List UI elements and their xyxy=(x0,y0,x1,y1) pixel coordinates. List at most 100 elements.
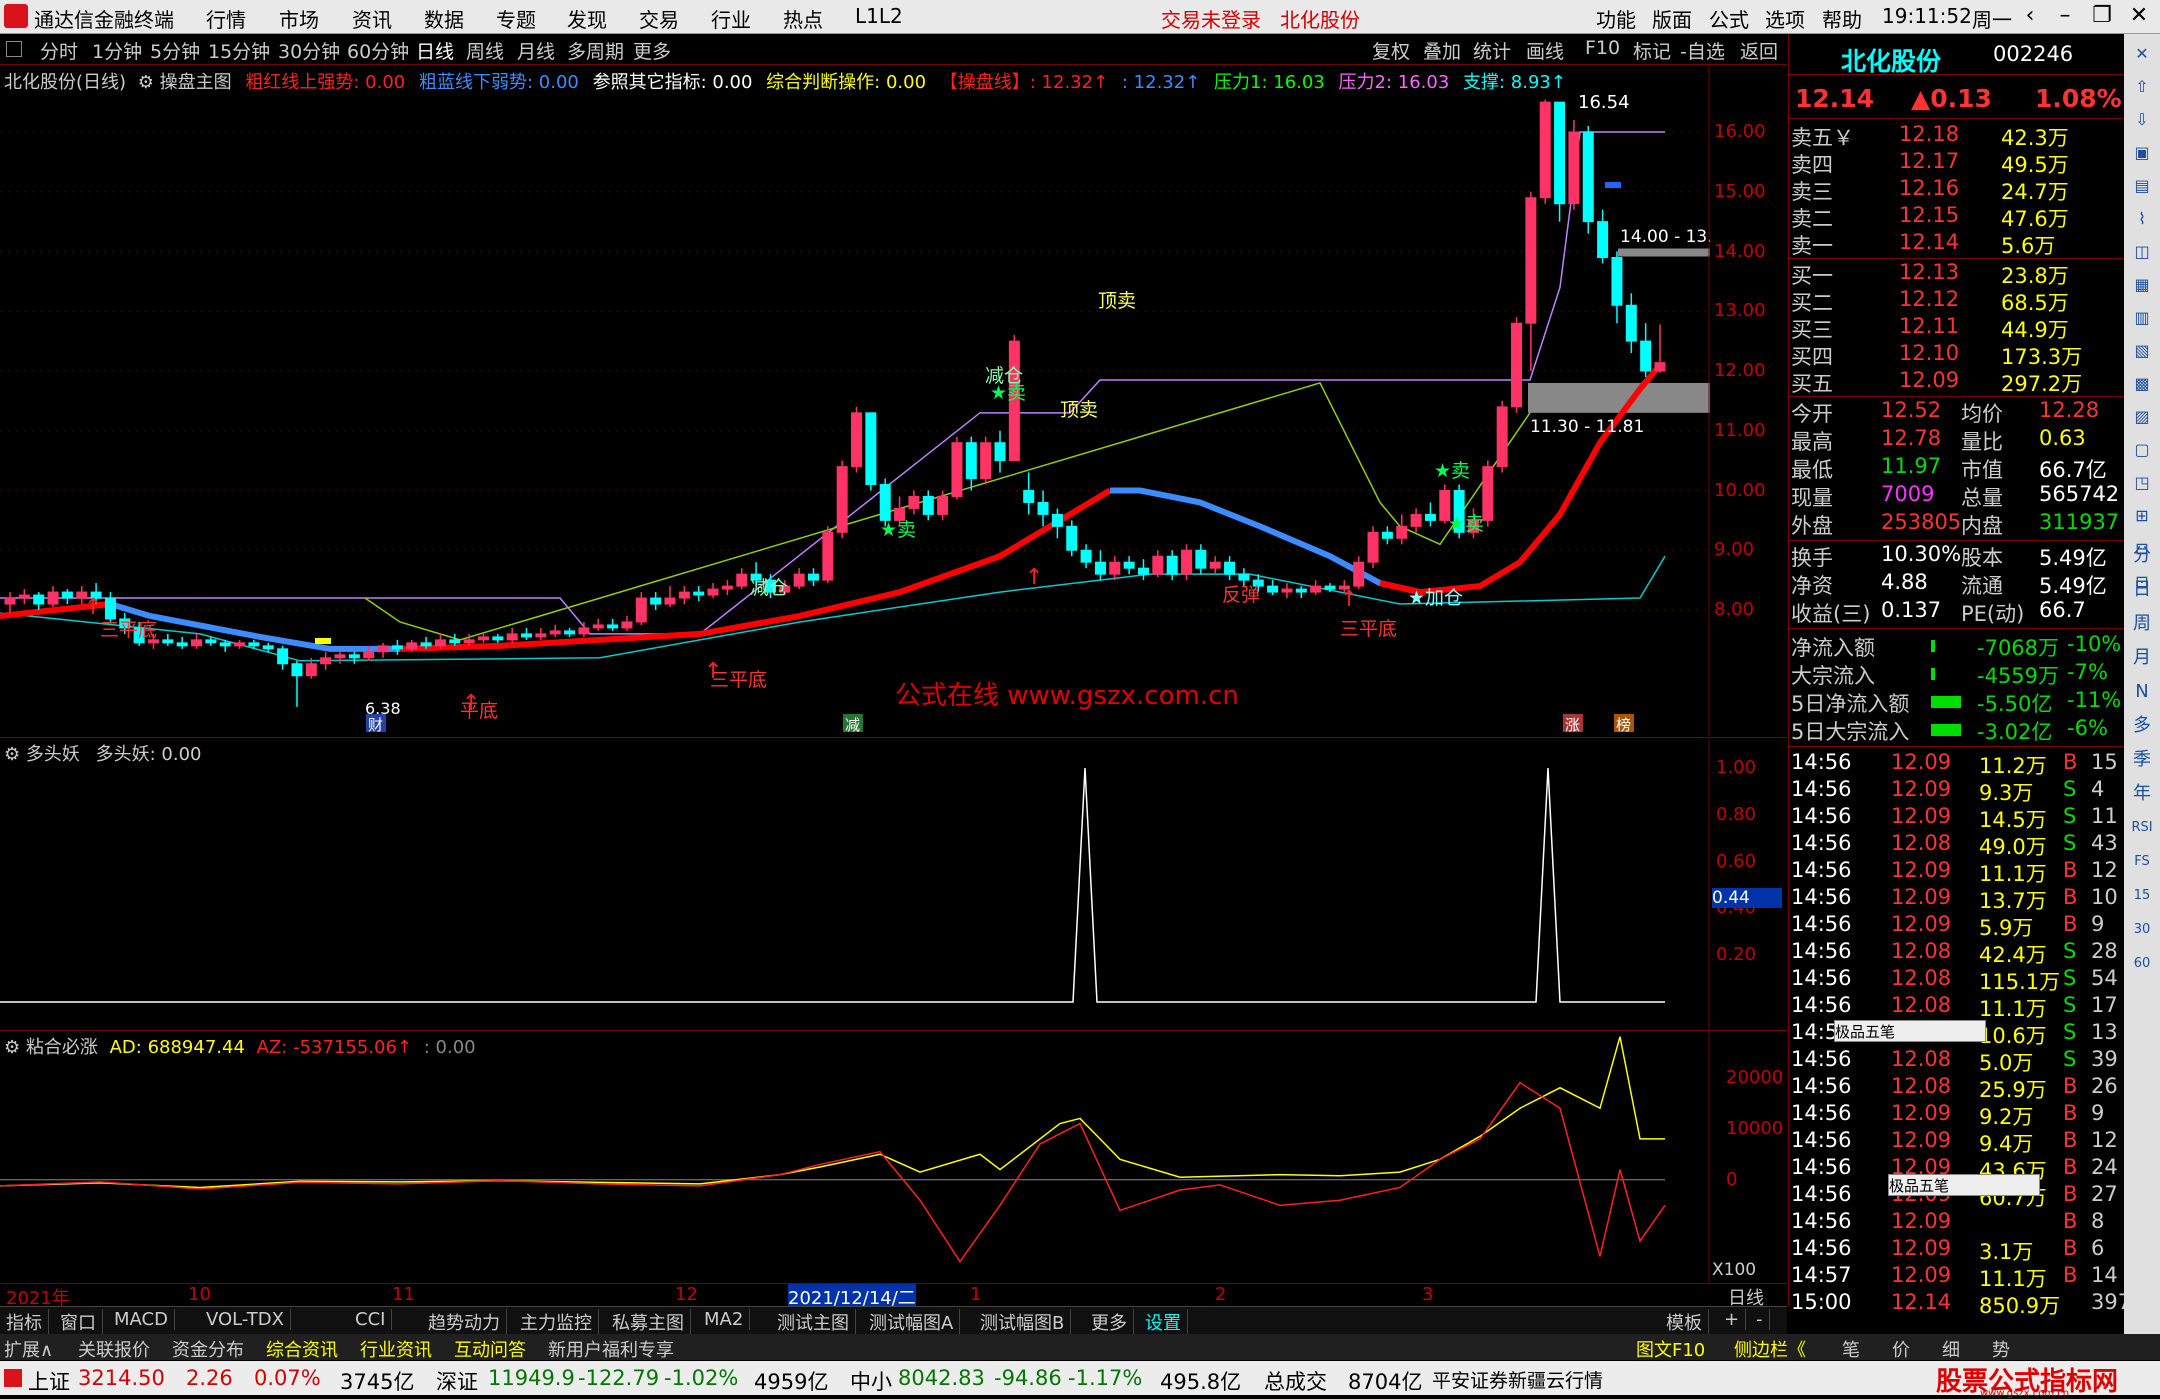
restore-icon[interactable]: ❐ xyxy=(2087,3,2117,29)
side-tool-icon[interactable]: ▦ xyxy=(2130,273,2154,297)
close-icon[interactable]: ✕ xyxy=(2124,3,2154,29)
indicator-tab[interactable]: 指标 xyxy=(0,1309,49,1335)
indicator-tab[interactable]: 设置 xyxy=(1139,1309,1188,1335)
side-period-button[interactable]: FS xyxy=(2130,850,2154,874)
side-tool-icon[interactable]: ▣ xyxy=(2130,141,2154,165)
side-period-button[interactable]: 30 xyxy=(2130,918,2154,942)
tool-fuquan[interactable]: 复权 xyxy=(1372,37,1410,64)
extension-tab[interactable]: 综合资讯 xyxy=(266,1336,338,1362)
side-period-button[interactable]: RSI xyxy=(2130,816,2154,840)
period-60min[interactable]: 60分钟 xyxy=(347,37,409,64)
side-tab[interactable]: 图文F10 xyxy=(1636,1336,1705,1362)
login-status[interactable]: 交易未登录 xyxy=(1161,4,1261,33)
side-tool-icon[interactable]: ✕ xyxy=(2130,42,2154,66)
tool-fanhui[interactable]: 返回 xyxy=(1740,37,1778,64)
candlestick-chart[interactable]: 16.546.3814.00 - 13.11.30 - 11.81公式在线 ww… xyxy=(0,66,1710,736)
side-period-button[interactable]: 15 xyxy=(2130,884,2154,908)
side-period-button[interactable]: N xyxy=(2130,680,2154,704)
period-fenshi[interactable]: 分时 xyxy=(40,37,78,64)
back-icon[interactable]: ‹ xyxy=(2015,3,2045,29)
side-tab[interactable]: 势 xyxy=(1992,1336,2010,1362)
menu-hangye[interactable]: 行业 xyxy=(711,4,751,33)
extension-tab[interactable]: 扩展∧ xyxy=(4,1336,53,1362)
side-tool-icon[interactable]: ◫ xyxy=(2130,240,2154,264)
tool-huaxian[interactable]: 画线 xyxy=(1526,37,1564,64)
tool-f10[interactable]: F10 xyxy=(1585,37,1620,59)
side-period-button[interactable]: 60 xyxy=(2130,952,2154,976)
sz-name[interactable]: 深证 xyxy=(436,1366,478,1396)
menu-gongshi[interactable]: 公式 xyxy=(1709,4,1749,33)
menu-shichang[interactable]: 市场 xyxy=(279,4,319,33)
side-tab[interactable]: 细 xyxy=(1942,1336,1960,1362)
side-tool-icon[interactable]: ⊞ xyxy=(2130,504,2154,528)
side-period-button[interactable]: 多 xyxy=(2130,714,2154,738)
period-1min[interactable]: 1分钟 xyxy=(92,37,142,64)
period-30min[interactable]: 30分钟 xyxy=(278,37,340,64)
broker-name[interactable]: 平安证券新疆云行情 xyxy=(1432,1366,1603,1393)
side-tool-icon[interactable]: ⌇ xyxy=(2130,207,2154,231)
ime-toolbar[interactable]: 极品五笔 xyxy=(1888,1174,2040,1196)
tool-zixuan[interactable]: -自选 xyxy=(1680,37,1725,64)
indicator-tab[interactable]: 更多 xyxy=(1085,1309,1134,1335)
menu-shuju[interactable]: 数据 xyxy=(424,4,464,33)
menu-redian[interactable]: 热点 xyxy=(783,4,823,33)
side-period-button[interactable]: 日 xyxy=(2130,578,2154,602)
indicator-tab[interactable]: 趋势动力 xyxy=(422,1309,507,1335)
menu-xuanxiang[interactable]: 选项 xyxy=(1765,4,1805,33)
indicator-tab[interactable]: MACD xyxy=(108,1309,175,1330)
indicator-tab[interactable]: 私募主图 xyxy=(606,1309,691,1335)
extension-tab[interactable]: 互动问答 xyxy=(454,1336,526,1362)
zx-name[interactable]: 中小 xyxy=(850,1366,892,1396)
side-tab[interactable]: 侧边栏《 xyxy=(1734,1336,1806,1362)
menu-jiaoyi[interactable]: 交易 xyxy=(639,4,679,33)
indicator-tab[interactable]: MA2 xyxy=(698,1309,751,1330)
side-tool-icon[interactable]: ▨ xyxy=(2130,405,2154,429)
menu-bangzhu[interactable]: 帮助 xyxy=(1822,4,1862,33)
period-5min[interactable]: 5分钟 xyxy=(150,37,200,64)
indicator-tab[interactable]: 主力监控 xyxy=(514,1309,599,1335)
side-period-button[interactable]: 年 xyxy=(2130,782,2154,806)
side-period-button[interactable]: 周 xyxy=(2130,612,2154,636)
sh-name[interactable]: 上证 xyxy=(28,1366,70,1396)
tool-biaoji[interactable]: 标记 xyxy=(1633,37,1671,64)
menu-faxian[interactable]: 发现 xyxy=(567,4,607,33)
extension-tab[interactable]: 资金分布 xyxy=(172,1336,244,1362)
indicator-tab[interactable]: 窗口 xyxy=(54,1309,103,1335)
tool-tongji[interactable]: 统计 xyxy=(1473,37,1511,64)
menu-gongneng[interactable]: 功能 xyxy=(1596,4,1636,33)
period-more[interactable]: 更多 xyxy=(633,37,671,64)
side-tool-icon[interactable]: ⇧ xyxy=(2130,75,2154,99)
extension-tab[interactable]: 行业资讯 xyxy=(360,1336,432,1362)
duotouyao-chart[interactable] xyxy=(0,740,1710,1030)
period-multi[interactable]: 多周期 xyxy=(567,37,624,64)
indicator-tab[interactable]: CCI xyxy=(349,1309,393,1330)
menu-zhuanti[interactable]: 专题 xyxy=(496,4,536,33)
side-tab[interactable]: 价 xyxy=(1892,1336,1910,1362)
ime-toolbar[interactable]: 极品五笔 xyxy=(1834,1020,1986,1042)
indicator-tab[interactable]: 测试幅图B xyxy=(974,1309,1072,1335)
zhanhebizhang-chart[interactable] xyxy=(0,1032,1710,1297)
menu-l1l2[interactable]: L1L2 xyxy=(855,4,903,28)
tool-diejia[interactable]: 叠加 xyxy=(1423,37,1461,64)
side-tool-icon[interactable]: ▥ xyxy=(2130,306,2154,330)
side-period-button[interactable]: 季 xyxy=(2130,748,2154,772)
indicator-tab[interactable]: 测试幅图A xyxy=(863,1309,961,1335)
template-tab[interactable]: 模板 xyxy=(1660,1309,1709,1335)
side-tab[interactable]: 笔 xyxy=(1842,1336,1860,1362)
menu-zixun[interactable]: 资讯 xyxy=(352,4,392,33)
extension-tab[interactable]: 关联报价 xyxy=(78,1336,150,1362)
menu-hangqing[interactable]: 行情 xyxy=(206,4,246,33)
menu-banmian[interactable]: 版面 xyxy=(1652,4,1692,33)
period-15min[interactable]: 15分钟 xyxy=(208,37,270,64)
side-tool-icon[interactable]: ▧ xyxy=(2130,339,2154,363)
period-day[interactable]: 日线 xyxy=(416,37,454,64)
period-week[interactable]: 周线 xyxy=(466,37,504,64)
indicator-tab[interactable]: VOL-TDX xyxy=(200,1309,291,1330)
template-tab[interactable]: + xyxy=(1718,1309,1747,1330)
indicator-tab[interactable]: 测试主图 xyxy=(771,1309,856,1335)
side-period-button[interactable]: 分 xyxy=(2130,544,2154,568)
side-tool-icon[interactable]: ▤ xyxy=(2130,174,2154,198)
side-tool-icon[interactable]: ▩ xyxy=(2130,372,2154,396)
side-tool-icon[interactable]: ⇩ xyxy=(2130,108,2154,132)
extension-tab[interactable]: 新用户福利专享 xyxy=(548,1336,674,1362)
